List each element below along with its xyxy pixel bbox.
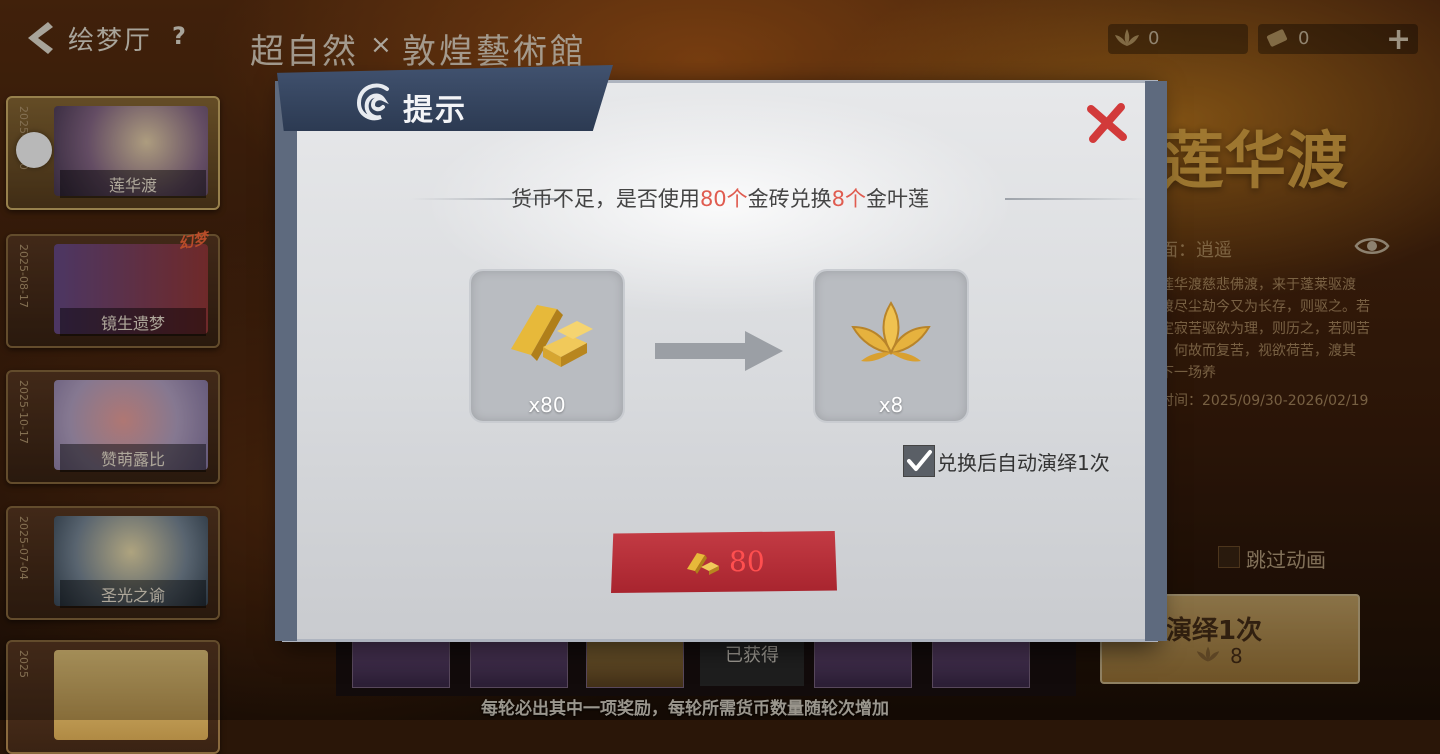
- confirm-exchange-button[interactable]: 80: [611, 531, 837, 593]
- close-icon[interactable]: [1085, 101, 1129, 145]
- gold-brick-icon: [511, 305, 593, 367]
- confirm-cost: 80: [729, 545, 765, 578]
- cost-item-box: x80: [469, 269, 625, 423]
- prompt-text: 货币不足，是否使用: [510, 187, 700, 211]
- target-item-box: x8: [813, 269, 969, 423]
- item-qty: x8: [878, 393, 904, 417]
- dialog-title: 提示: [403, 93, 467, 128]
- prompt-text: 金叶莲: [866, 187, 930, 211]
- golden-lotus-icon: [851, 301, 931, 362]
- prompt-amount: 80个: [699, 187, 748, 211]
- prompt-text: 金砖兑换: [747, 187, 832, 211]
- gold-brick-icon: [687, 553, 719, 575]
- swirl-icon: [356, 83, 389, 121]
- item-qty: x80: [528, 393, 566, 417]
- auto-perform-label: 兑换后自动演绎1次: [937, 451, 1110, 475]
- arrow-right-icon: [655, 331, 783, 371]
- exchange-prompt: 货币不足，是否使用80个金砖兑换8个金叶莲: [285, 183, 1155, 213]
- auto-perform-checkbox[interactable]: [903, 445, 935, 477]
- prompt-amount: 8个: [831, 187, 867, 211]
- exchange-dialog: 提示 货币不足，是否使用80个金砖兑换8个金叶莲 x80 x8 兑换后自动演绎1…: [275, 65, 1167, 642]
- dialog-frame-left: [275, 81, 297, 641]
- dialog-frame-right: [1145, 81, 1167, 641]
